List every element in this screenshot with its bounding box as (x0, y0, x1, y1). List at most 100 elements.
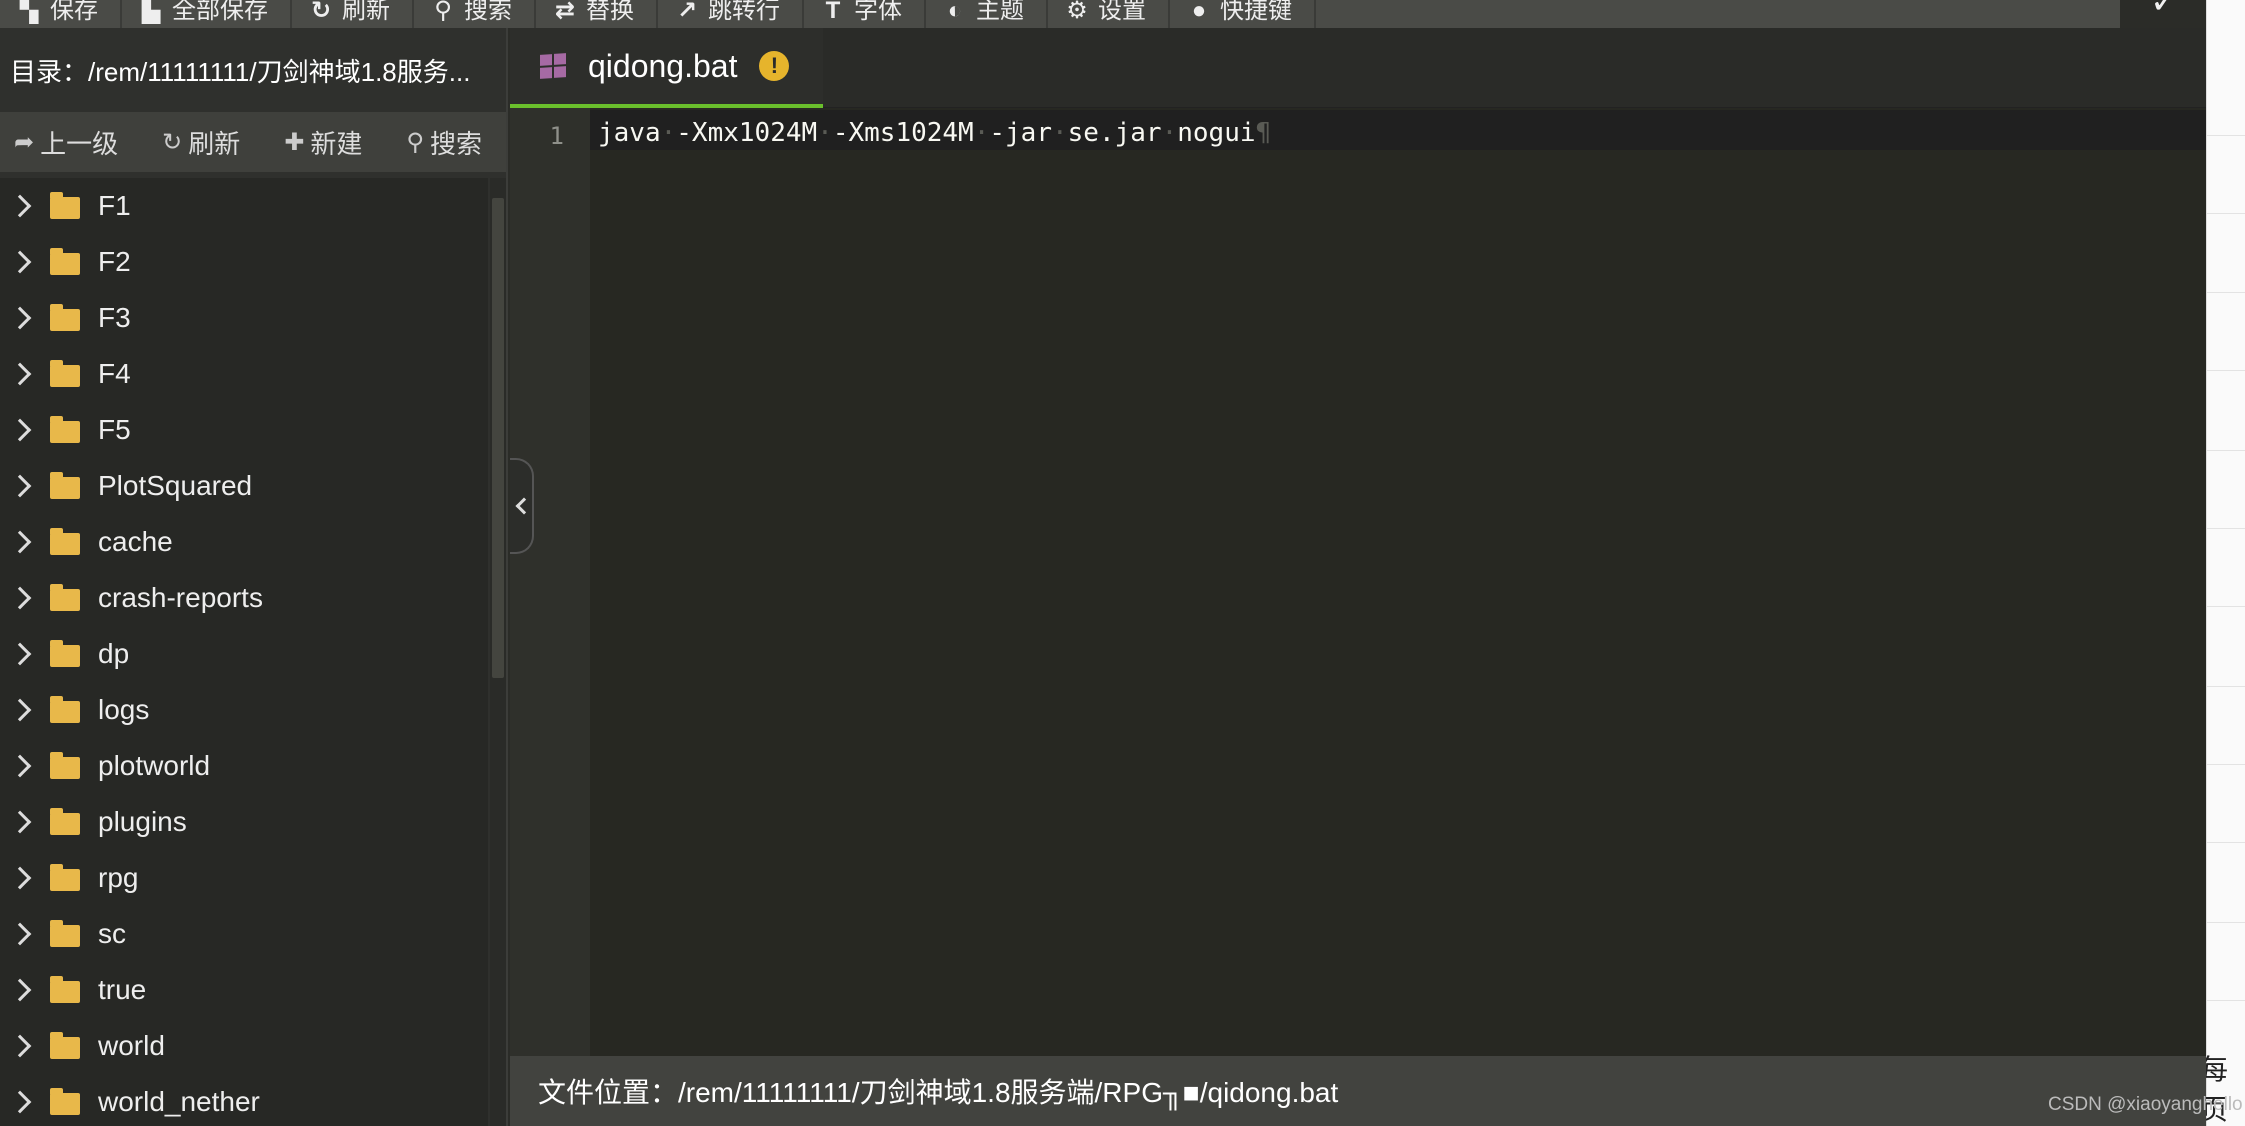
line-gutter: 1 (510, 108, 590, 1056)
replace-button[interactable]: ⇄ 替换 (536, 0, 658, 28)
code-token: java (598, 118, 661, 148)
divider (2207, 528, 2245, 529)
theme-button[interactable]: ◐ 主题 (926, 0, 1048, 28)
chevron-right-icon[interactable] (8, 362, 32, 386)
whitespace-marker: · (973, 118, 990, 148)
folder-label: dp (98, 638, 130, 669)
folder-item[interactable]: dp (0, 626, 488, 682)
folder-icon (50, 864, 80, 891)
divider (2207, 135, 2245, 136)
folder-icon (50, 360, 80, 387)
chevron-right-icon[interactable] (8, 698, 32, 722)
sidebar-refresh-button[interactable]: ↻ 刷新 (148, 124, 240, 161)
search-icon: ⚲ (434, 0, 452, 24)
save-button[interactable]: ▚ 保存 (0, 0, 122, 28)
divider (2207, 922, 2245, 923)
refresh-button[interactable]: ↻ 刷新 (292, 0, 414, 28)
line-number: 1 (549, 122, 564, 150)
refresh-icon: ↻ (162, 128, 183, 156)
gear-icon: ⚙ (1066, 0, 1088, 24)
chevron-right-icon[interactable] (8, 194, 32, 218)
check-icon[interactable]: ✓ (2150, 0, 2210, 20)
divider (2207, 370, 2245, 371)
up-level-button[interactable]: ➦ 上一级 (0, 124, 118, 161)
folder-icon (50, 248, 80, 275)
divider (2207, 686, 2245, 687)
save-icon: ▚ (19, 0, 39, 24)
folder-item[interactable]: true (0, 962, 488, 1018)
chevron-right-icon[interactable] (8, 1090, 32, 1114)
folder-item[interactable]: plotworld (0, 738, 488, 794)
folder-icon (50, 808, 80, 835)
folder-item[interactable]: F4 (0, 346, 488, 402)
folder-item[interactable]: world_nether (0, 1074, 488, 1126)
directory-path: 目录：/rem/11111111/刀剑神域1.8服务... (0, 28, 506, 112)
chevron-right-icon[interactable] (8, 530, 32, 554)
code-line[interactable]: java·-Xmx1024M·-Xms1024M·-jar·se.jar·nog… (598, 118, 1271, 148)
folder-label: crash-reports (98, 582, 263, 613)
folder-icon (50, 976, 80, 1003)
new-button[interactable]: ✚ 新建 (270, 124, 362, 161)
folder-item[interactable]: logs (0, 682, 488, 738)
chevron-right-icon[interactable] (8, 922, 32, 946)
share-arrow-icon: ➦ (14, 128, 35, 156)
chevron-right-icon[interactable] (8, 586, 32, 610)
chevron-right-icon[interactable] (8, 474, 32, 498)
chevron-right-icon[interactable] (8, 418, 32, 442)
folder-item[interactable]: world (0, 1018, 488, 1074)
folder-item[interactable]: sc (0, 906, 488, 962)
chevron-right-icon[interactable] (8, 306, 32, 330)
folder-item[interactable]: cache (0, 514, 488, 570)
folder-icon (50, 584, 80, 611)
whitespace-marker: · (1161, 118, 1178, 148)
toolbar: ▚ 保存 ▙ 全部保存 ↻ 刷新 ⚲ 搜索 ⇄ 替换 ↗ 跳转行 T 字体 ◐ 主题 ⚙ 设置 ●… (0, 0, 2120, 28)
folder-label: F4 (98, 358, 131, 389)
folder-label: F5 (98, 414, 131, 445)
folder-item[interactable]: crash-reports (0, 570, 488, 626)
chevron-right-icon[interactable] (8, 978, 32, 1002)
settings-button[interactable]: ⚙ 设置 (1048, 0, 1170, 28)
sidebar-search-button[interactable]: ⚲ 搜索 (392, 124, 482, 161)
folder-icon (50, 416, 80, 443)
status-bar: 文件位置：/rem/11111111/刀剑神域1.8服务端/RPG╖■/qido… (510, 1056, 2206, 1126)
windows-file-icon (540, 53, 566, 79)
search-button[interactable]: ⚲ 搜索 (414, 0, 536, 28)
font-button[interactable]: T 字体 (804, 0, 926, 28)
divider (2207, 1000, 2245, 1001)
tab-qidong-bat[interactable]: qidong.bat ! (510, 28, 823, 108)
folder-label: sc (98, 918, 126, 949)
folder-label: F3 (98, 302, 131, 333)
chevron-right-icon[interactable] (8, 866, 32, 890)
plus-icon: ✚ (284, 128, 305, 156)
folder-item[interactable]: F5 (0, 402, 488, 458)
whitespace-marker: · (660, 118, 677, 148)
shortcuts-button[interactable]: ● 快捷键 (1170, 0, 1316, 28)
chevron-right-icon[interactable] (8, 1034, 32, 1058)
folder-item[interactable]: plugins (0, 794, 488, 850)
folder-item[interactable]: rpg (0, 850, 488, 906)
folder-icon (50, 472, 80, 499)
folder-label: plugins (98, 806, 187, 837)
chevron-right-icon[interactable] (8, 250, 32, 274)
folder-item[interactable]: F1 (0, 178, 488, 234)
save-all-button[interactable]: ▙ 全部保存 (122, 0, 292, 28)
folder-item[interactable]: F3 (0, 290, 488, 346)
folder-icon (50, 920, 80, 947)
divider (2207, 842, 2245, 843)
collapse-sidebar-button[interactable] (510, 458, 534, 554)
folder-item[interactable]: F2 (0, 234, 488, 290)
chevron-right-icon[interactable] (8, 810, 32, 834)
file-location: 文件位置：/rem/11111111/刀剑神域1.8服务端/RPG╖■/qido… (538, 1077, 1339, 1108)
goto-line-button[interactable]: ↗ 跳转行 (658, 0, 804, 28)
folder-label: plotworld (98, 750, 211, 781)
code-editor[interactable]: java·-Xmx1024M·-Xms1024M·-jar·se.jar·nog… (590, 108, 2206, 1056)
folder-item[interactable]: PlotSquared (0, 458, 488, 514)
folder-label: true (98, 974, 147, 1005)
scrollbar-thumb[interactable] (492, 198, 504, 678)
chevron-right-icon[interactable] (8, 754, 32, 778)
replace-icon: ⇄ (554, 0, 576, 24)
chevron-right-icon[interactable] (8, 642, 32, 666)
sidebar-scrollbar[interactable] (490, 178, 506, 1126)
code-token: -Xms1024M (832, 118, 974, 148)
whitespace-marker: · (1052, 118, 1068, 148)
